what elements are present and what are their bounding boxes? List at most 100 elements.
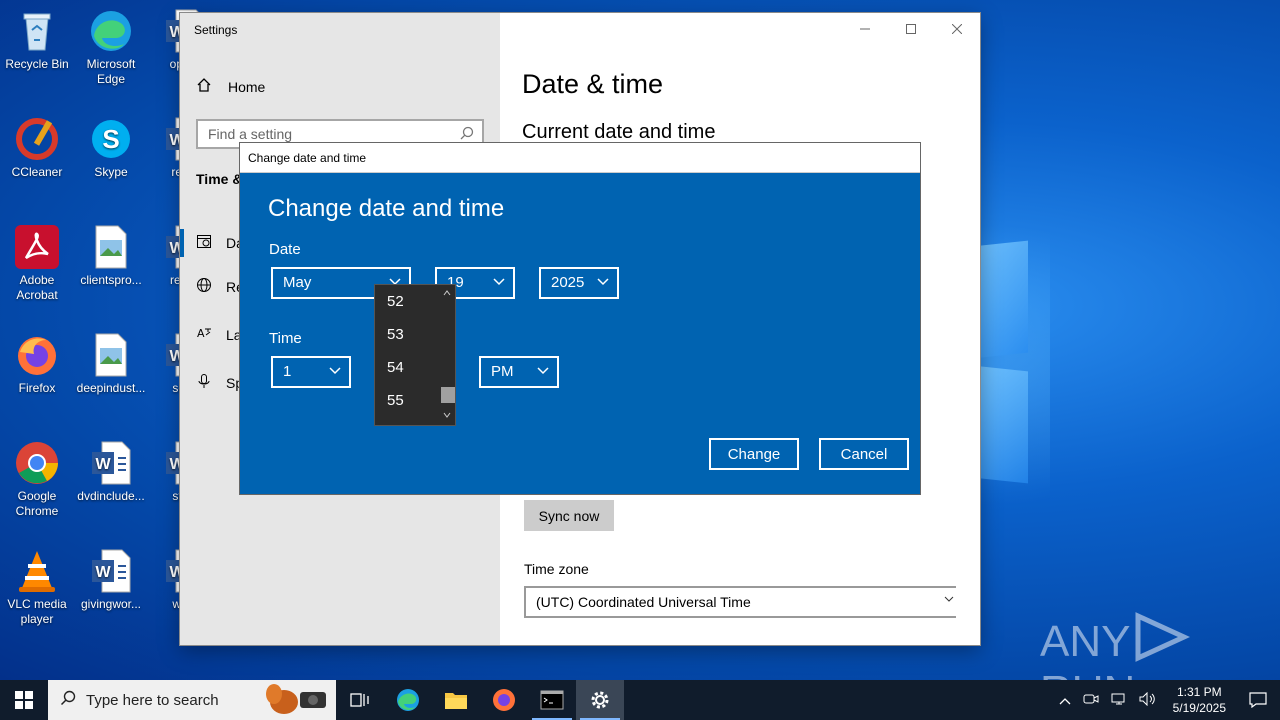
- start-button[interactable]: [0, 680, 48, 720]
- search-highlight-squirrel-icon: [262, 682, 332, 718]
- minute-option[interactable]: 52: [387, 293, 404, 310]
- minute-dropdown-list[interactable]: 52 53 54 55: [374, 284, 456, 426]
- minimize-button[interactable]: [842, 13, 888, 45]
- desktop-icon-label: CCleaner: [11, 165, 63, 179]
- desktop-icon-vlc[interactable]: VLC media player: [0, 548, 74, 627]
- action-center-button[interactable]: [1236, 692, 1280, 708]
- vlc-icon: [14, 548, 60, 594]
- taskbar-terminal[interactable]: [528, 680, 576, 720]
- close-button[interactable]: [934, 13, 980, 45]
- image-file-icon: [88, 224, 134, 270]
- desktop-icon-dvdinclude[interactable]: W dvdinclude...: [74, 440, 148, 504]
- clock-date: 5/19/2025: [1172, 701, 1226, 715]
- chevron-down-icon: [597, 275, 609, 286]
- meet-now-icon[interactable]: [1083, 692, 1099, 709]
- calendar-icon: [196, 233, 216, 252]
- nav-item-language[interactable]: A La: [196, 325, 242, 344]
- desktop-icon-skype[interactable]: S Skype: [74, 116, 148, 180]
- windows-start-icon: [15, 691, 33, 709]
- gear-icon: [591, 691, 609, 709]
- svg-text:W: W: [95, 564, 111, 581]
- desktop-icon-label: Recycle Bin: [5, 57, 69, 71]
- ampm-value: PM: [491, 363, 514, 380]
- ampm-select[interactable]: PM: [479, 356, 559, 388]
- edge-icon: [397, 689, 419, 711]
- taskbar-settings[interactable]: [576, 680, 624, 720]
- minute-option[interactable]: 54: [387, 359, 404, 376]
- desktop-icon-label: Adobe Acrobat: [16, 273, 58, 302]
- taskbar-clock[interactable]: 1:31 PM 5/19/2025: [1173, 684, 1226, 716]
- taskbar-search-box[interactable]: Type here to search: [48, 680, 336, 720]
- month-value: May: [283, 274, 312, 291]
- anyrun-watermark: ANYRUN: [1040, 612, 1280, 680]
- timezone-select[interactable]: (UTC) Coordinated Universal Time: [524, 586, 956, 618]
- chrome-icon: [14, 440, 60, 486]
- firefox-icon: [493, 689, 515, 711]
- network-icon[interactable]: [1111, 692, 1127, 709]
- nav-item-speech[interactable]: Sp: [196, 373, 243, 392]
- microphone-icon: [196, 373, 216, 392]
- hour-select[interactable]: 1: [271, 356, 351, 388]
- chevron-up-icon[interactable]: [1059, 693, 1071, 708]
- language-icon: A: [196, 325, 216, 344]
- desktop-icon-ccleaner[interactable]: CCleaner: [0, 116, 74, 180]
- minute-option[interactable]: 53: [387, 326, 404, 343]
- desktop-icon-label: Firefox: [18, 381, 56, 395]
- taskbar-file-explorer[interactable]: [432, 680, 480, 720]
- change-button[interactable]: Change: [709, 438, 799, 470]
- taskbar-edge[interactable]: [384, 680, 432, 720]
- timezone-value: (UTC) Coordinated Universal Time: [536, 594, 751, 610]
- desktop-icon-label: deepindust...: [76, 381, 146, 395]
- notification-icon: [1249, 692, 1267, 708]
- timezone-label: Time zone: [524, 561, 589, 577]
- desktop-icon-firefox[interactable]: Firefox: [0, 332, 74, 396]
- word-doc-icon: W: [88, 548, 134, 594]
- minute-option[interactable]: 55: [387, 392, 404, 409]
- watermark-text-left: ANY: [1040, 617, 1131, 666]
- maximize-button[interactable]: [888, 13, 934, 45]
- task-view-button[interactable]: [336, 680, 384, 720]
- volume-icon[interactable]: [1139, 691, 1157, 709]
- taskbar-firefox[interactable]: [480, 680, 528, 720]
- time-label: Time: [269, 330, 302, 347]
- section-title: Time &: [196, 171, 243, 187]
- watermark-play-icon: [1135, 612, 1191, 662]
- scrollbar-thumb[interactable]: [441, 387, 455, 403]
- home-nav-item[interactable]: Home: [196, 77, 265, 97]
- nav-item-region[interactable]: Re: [196, 277, 244, 296]
- folder-icon: [445, 693, 467, 709]
- desktop-icon-google-chrome[interactable]: Google Chrome: [0, 440, 74, 519]
- desktop-icon-clientspro[interactable]: clientspro...: [74, 224, 148, 288]
- svg-text:A: A: [197, 327, 205, 340]
- desktop-icon-givingwor[interactable]: W givingwor...: [74, 548, 148, 612]
- desktop-icon-recycle-bin[interactable]: Recycle Bin: [0, 8, 74, 72]
- year-select[interactable]: 2025: [539, 267, 619, 299]
- task-view-icon: [350, 693, 369, 707]
- word-doc-icon: W: [88, 440, 134, 486]
- desktop-icon-adobe-acrobat[interactable]: Adobe Acrobat: [0, 224, 74, 303]
- svg-text:S: S: [102, 124, 119, 154]
- desktop-icon-label: clientspro...: [80, 273, 142, 287]
- desktop-icon-deepindust[interactable]: deepindust...: [74, 332, 148, 396]
- search-icon: [60, 690, 76, 711]
- taskbar-search-placeholder: Type here to search: [86, 691, 219, 709]
- chevron-down-icon: [329, 364, 341, 375]
- nav-item-date-time[interactable]: Da: [196, 233, 244, 252]
- desktop-icon-microsoft-edge[interactable]: Microsoft Edge: [74, 8, 148, 87]
- watermark-text-right: RUN: [1040, 667, 1135, 680]
- scroll-up-icon[interactable]: [439, 287, 455, 301]
- scroll-down-icon[interactable]: [439, 409, 455, 423]
- section-heading: Current date and time: [522, 121, 716, 143]
- sync-now-button[interactable]: Sync now: [524, 500, 614, 531]
- desktop-icon-label: VLC media player: [7, 597, 67, 626]
- dialog-heading: Change date and time: [268, 195, 505, 222]
- chevron-down-icon: [537, 364, 549, 375]
- dropdown-scrollbar[interactable]: [439, 285, 455, 425]
- window-title: Settings: [194, 23, 238, 37]
- system-tray: 1:31 PM 5/19/2025: [1053, 680, 1280, 720]
- cancel-button[interactable]: Cancel: [819, 438, 909, 470]
- dialog-title: Change date and time: [248, 151, 367, 165]
- search-placeholder: Find a setting: [208, 126, 293, 142]
- nav-selection-indicator: [180, 229, 184, 257]
- globe-icon: [196, 277, 216, 296]
